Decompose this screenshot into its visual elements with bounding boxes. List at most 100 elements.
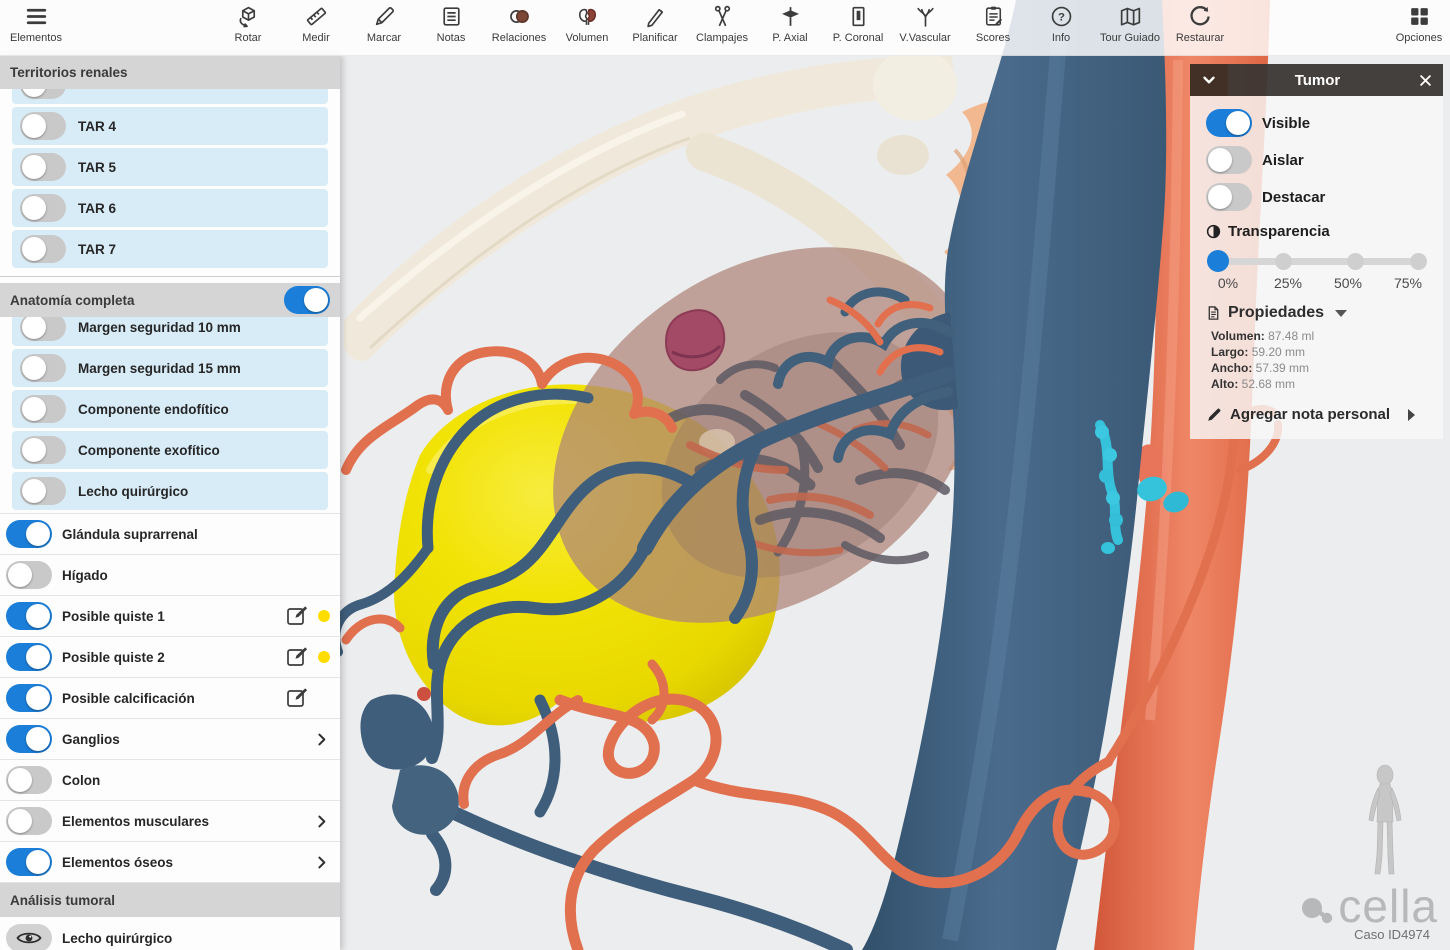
slider-track[interactable] xyxy=(1216,258,1420,265)
toggle[interactable] xyxy=(20,112,66,140)
sidebar-item-elementos-musculares[interactable]: Elementos musculares xyxy=(0,801,340,842)
sidebar-item-tar5[interactable]: TAR 5 xyxy=(12,148,328,186)
visible-toggle-row[interactable]: Visible xyxy=(1206,109,1430,137)
toggle[interactable] xyxy=(6,848,52,876)
sidebar-item-colon[interactable]: Colon xyxy=(0,760,340,801)
toolbar-restaurar[interactable]: Restaurar xyxy=(1166,4,1234,44)
anatomia-completa-toggle[interactable] xyxy=(284,286,330,314)
toolbar-marcar[interactable]: Marcar xyxy=(350,4,418,44)
slider-ticks: 0% 25% 50% 75% xyxy=(1206,272,1430,291)
toggle[interactable] xyxy=(6,602,52,630)
sidebar-item-componente-endofitico[interactable]: Componente endofítico xyxy=(12,390,328,428)
sidebar-item-posible-quiste-1[interactable]: Posible quiste 1 xyxy=(0,596,340,637)
section-anatomia-completa: Anatomía completa xyxy=(0,283,340,317)
toggle[interactable] xyxy=(20,194,66,222)
aislar-toggle-row[interactable]: Aislar xyxy=(1206,146,1430,174)
chevron-right-icon[interactable] xyxy=(313,731,330,748)
toggle[interactable] xyxy=(1206,183,1252,211)
toggle[interactable] xyxy=(20,235,66,263)
properties-header[interactable]: Propiedades xyxy=(1206,304,1430,322)
toggle[interactable] xyxy=(6,725,52,753)
color-dot-yellow xyxy=(318,651,330,663)
toolbar-medir[interactable]: Medir xyxy=(282,4,350,44)
add-personal-note-link[interactable]: Agregar nota personal xyxy=(1206,406,1430,423)
chevron-right-icon[interactable] xyxy=(313,854,330,871)
toggle[interactable] xyxy=(20,436,66,464)
eye-icon[interactable] xyxy=(6,924,52,950)
toggle[interactable] xyxy=(20,153,66,181)
scores-clipboard-icon xyxy=(959,4,1027,31)
calcification[interactable] xyxy=(666,310,724,370)
sidebar-item-componente-exofitico[interactable]: Componente exofítico xyxy=(12,431,328,469)
close-panel-button[interactable] xyxy=(1407,64,1443,96)
toggle[interactable] xyxy=(6,520,52,548)
property-largo: Largo: 59.20 mm xyxy=(1211,345,1430,359)
case-id: Caso ID4974 xyxy=(1300,927,1430,942)
sidebar-item-glandula-suprarrenal[interactable]: Glándula suprarrenal xyxy=(0,513,340,555)
toolbar-info[interactable]: ? Info xyxy=(1027,4,1095,44)
toggle[interactable] xyxy=(6,643,52,671)
sidebar-item-tar6[interactable]: TAR 6 xyxy=(12,189,328,227)
vascular-tree-icon xyxy=(891,4,959,31)
toolbar-v-vascular[interactable]: V.Vascular xyxy=(891,4,959,44)
close-icon xyxy=(1418,73,1433,88)
toggle[interactable] xyxy=(1206,109,1252,137)
sidebar-item-margen-15mm[interactable]: Margen seguridad 15 mm xyxy=(12,349,328,387)
toggle[interactable] xyxy=(1206,146,1252,174)
sidebar-item-elementos-oseos[interactable]: Elementos óseos xyxy=(0,842,340,883)
toolbar-rotar[interactable]: Rotar xyxy=(214,4,282,44)
chevron-right-icon[interactable] xyxy=(313,813,330,830)
sidebar-item-ganglios[interactable]: Ganglios xyxy=(0,719,340,760)
toolbar-scores[interactable]: Scores xyxy=(959,4,1027,44)
edit-icon[interactable] xyxy=(285,686,309,710)
toolbar-volumen[interactable]: Volumen xyxy=(553,4,621,44)
toolbar-relaciones[interactable]: Relaciones xyxy=(485,4,553,44)
menu-icon xyxy=(6,4,66,31)
sidebar-item-higado[interactable]: Hígado xyxy=(0,555,340,596)
sidebar-item-lecho-quirurgico-analisis[interactable]: Lecho quirúrgico xyxy=(0,917,340,950)
transparency-slider[interactable] xyxy=(1207,250,1429,272)
sidebar-item-posible-quiste-2[interactable]: Posible quiste 2 xyxy=(0,637,340,678)
toolbar-p-coronal[interactable]: P. Coronal xyxy=(824,4,892,44)
toggle[interactable] xyxy=(6,561,52,589)
sidebar-item-margen-10mm[interactable]: Margen seguridad 10 mm xyxy=(12,317,328,346)
edit-icon[interactable] xyxy=(285,604,309,628)
sidebar-item-posible-calcificacion[interactable]: Posible calcificación xyxy=(0,678,340,719)
color-dot-yellow xyxy=(318,610,330,622)
sidebar-item-lecho-quirurgico-margen[interactable]: Lecho quirúrgico xyxy=(12,472,328,510)
overlapping-circles-icon xyxy=(485,4,553,31)
toggle[interactable] xyxy=(20,477,66,505)
sidebar-item-tar4[interactable]: TAR 4 xyxy=(12,107,328,145)
sidebar-item-tar7[interactable]: TAR 7 xyxy=(12,230,328,268)
ruler-icon xyxy=(282,4,350,31)
cella-logo-icon xyxy=(1300,887,1334,925)
toggle[interactable] xyxy=(20,395,66,423)
section-territorios-renales: Territorios renales xyxy=(0,55,340,89)
caret-right-icon xyxy=(1408,409,1415,421)
toolbar-opciones[interactable]: Opciones xyxy=(1385,4,1450,44)
map-icon xyxy=(1096,4,1164,31)
toggle[interactable] xyxy=(20,317,66,341)
kidneys-icon xyxy=(553,4,621,31)
brand-watermark: cella Caso ID4974 xyxy=(1300,883,1438,942)
toolbar-notas[interactable]: Notas xyxy=(417,4,485,44)
toolbar-p-axial[interactable]: P. Axial xyxy=(756,4,824,44)
toggle[interactable] xyxy=(20,89,66,99)
toggle[interactable] xyxy=(20,354,66,382)
toggle[interactable] xyxy=(6,684,52,712)
panel-title: Tumor xyxy=(1228,64,1407,96)
destacar-toggle-row[interactable]: Destacar xyxy=(1206,183,1430,211)
edit-icon[interactable] xyxy=(285,645,309,669)
toolbar-tour-guiado[interactable]: Tour Guiado xyxy=(1096,4,1164,44)
section-analisis-tumoral: Análisis tumoral xyxy=(0,883,340,917)
toolbar-planificar[interactable]: Planificar xyxy=(621,4,689,44)
toggle[interactable] xyxy=(6,807,52,835)
slider-knob[interactable] xyxy=(1207,250,1229,272)
restore-arrow-icon xyxy=(1166,4,1234,31)
toggle[interactable] xyxy=(6,766,52,794)
toolbar-clampajes[interactable]: Clampajes xyxy=(688,4,756,44)
toolbar-elementos[interactable]: Elementos xyxy=(6,4,66,44)
collapse-panel-button[interactable] xyxy=(1190,64,1228,96)
property-alto: Alto: 52.68 mm xyxy=(1211,377,1430,391)
pen-icon xyxy=(621,4,689,31)
